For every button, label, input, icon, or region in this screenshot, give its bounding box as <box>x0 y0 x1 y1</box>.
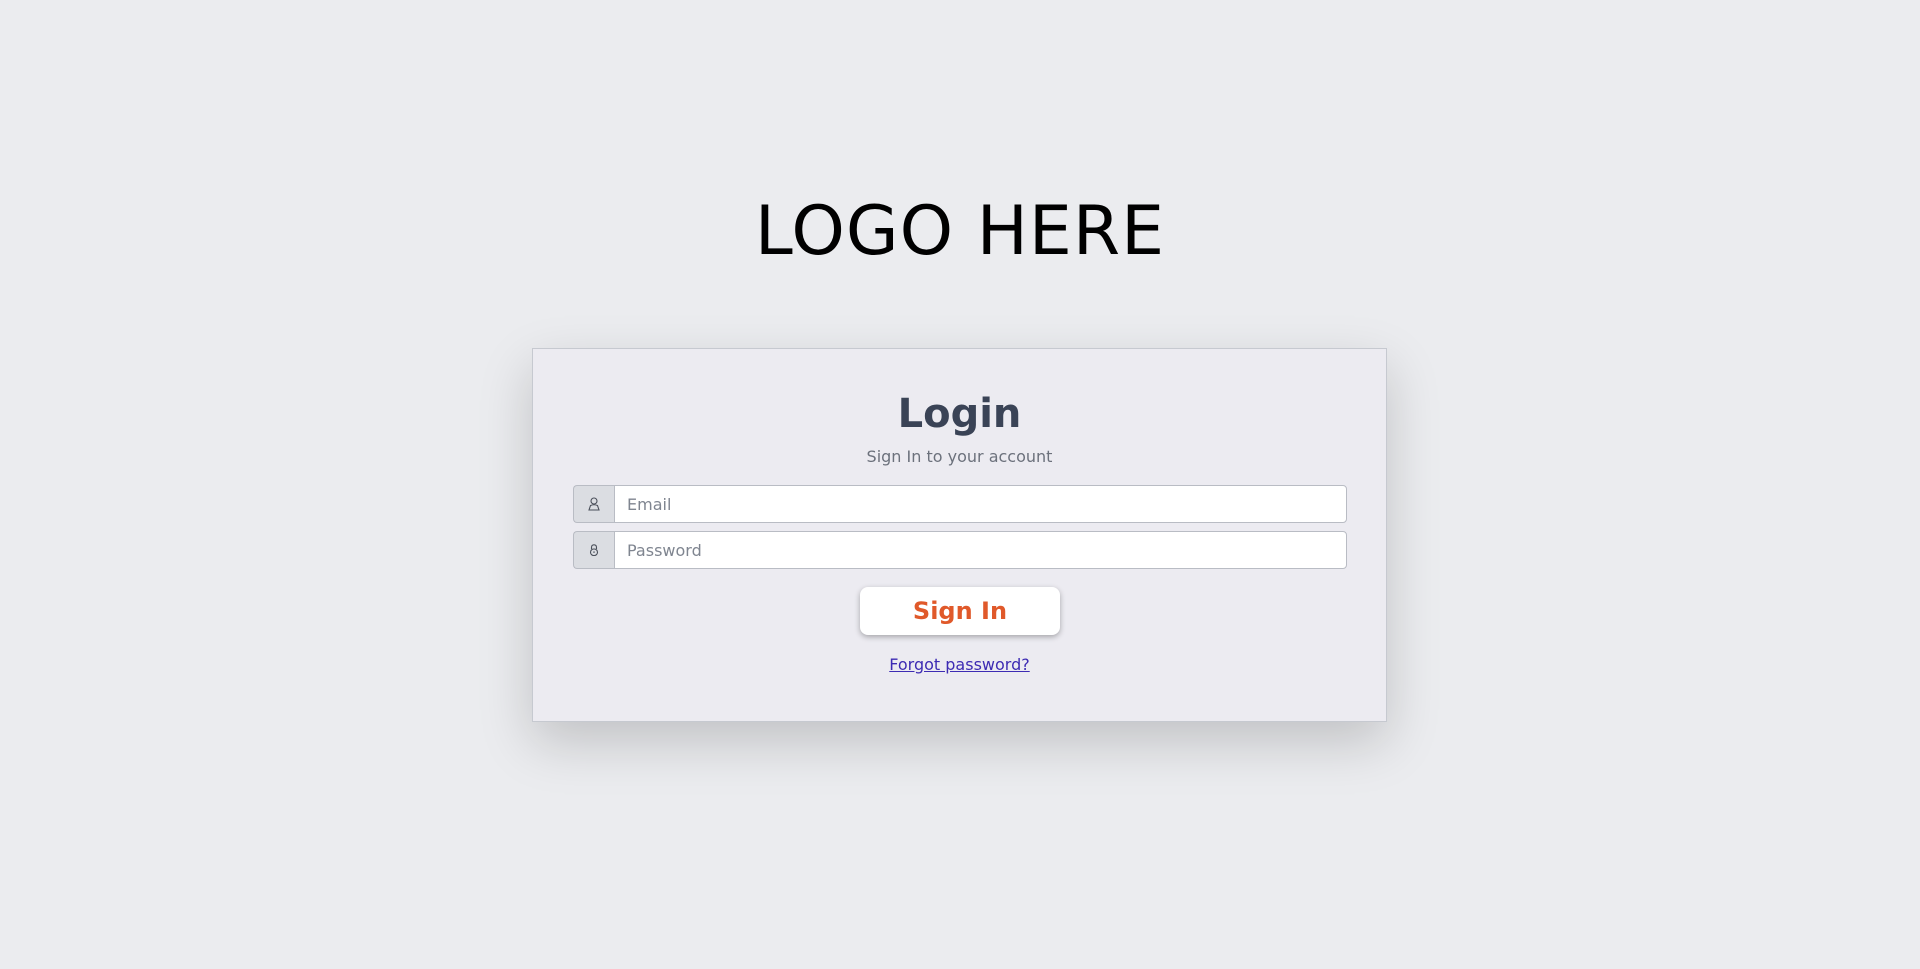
sign-in-button[interactable]: Sign In <box>860 587 1060 635</box>
login-card: Login Sign In to your account Sign In Fo… <box>532 348 1387 722</box>
email-input-group <box>573 485 1347 523</box>
password-field[interactable] <box>614 531 1347 569</box>
forgot-password-link[interactable]: Forgot password? <box>533 655 1386 675</box>
password-input-group <box>573 531 1347 569</box>
login-subtitle: Sign In to your account <box>866 447 1053 466</box>
login-title: Login <box>897 391 1022 437</box>
logo-text: LOGO HERE <box>754 192 1166 271</box>
user-icon <box>573 485 614 523</box>
lock-icon <box>573 531 614 569</box>
email-field[interactable] <box>614 485 1347 523</box>
